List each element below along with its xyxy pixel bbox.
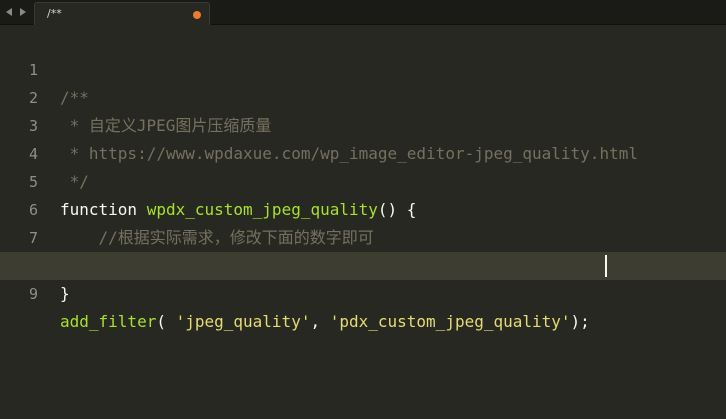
tab-title: /**: [47, 7, 62, 20]
editor-window: /** 1 /** 2 * 自定义JPEG图片压缩质量 3 * https://…: [0, 0, 726, 419]
tab-scroll-left-icon[interactable]: [2, 0, 16, 24]
function-call-token: add_filter: [60, 312, 157, 331]
code-line-current[interactable]: 9 add_filter( 'jpeg_quality', 'pdx_custo…: [0, 252, 726, 331]
unsaved-dot-icon[interactable]: [193, 11, 201, 19]
code-line[interactable]: 6 //根据实际需求，修改下面的数字即可: [0, 168, 726, 247]
code-line[interactable]: 5 function wpdx_custom_jpeg_quality() {: [0, 140, 726, 219]
code-line[interactable]: 7 return 90;: [0, 196, 726, 275]
string-token: 'pdx_custom_jpeg_quality': [329, 312, 571, 331]
tab-active-file[interactable]: /**: [34, 2, 210, 25]
code-line[interactable]: 3 * https://www.wpdaxue.com/wp_image_edi…: [0, 84, 726, 163]
text-cursor: [605, 255, 607, 277]
punctuation-token: }: [60, 284, 70, 303]
punctuation-token: );: [570, 312, 590, 331]
line-number: 9: [28, 285, 38, 303]
code-line[interactable]: 8 }: [0, 224, 726, 303]
punctuation-token: (: [156, 312, 176, 331]
code-line[interactable]: 2 * 自定义JPEG图片压缩质量: [0, 56, 726, 135]
code-editor[interactable]: 1 /** 2 * 自定义JPEG图片压缩质量 3 * https://www.…: [0, 28, 726, 331]
string-token: 'jpeg_quality': [175, 312, 311, 331]
punctuation-token: ,: [310, 312, 330, 331]
tab-bar: /**: [0, 0, 726, 25]
code-line[interactable]: 4 */: [0, 112, 726, 191]
code-line[interactable]: 1 /**: [0, 28, 726, 107]
tab-scroll-right-icon[interactable]: [16, 0, 30, 24]
